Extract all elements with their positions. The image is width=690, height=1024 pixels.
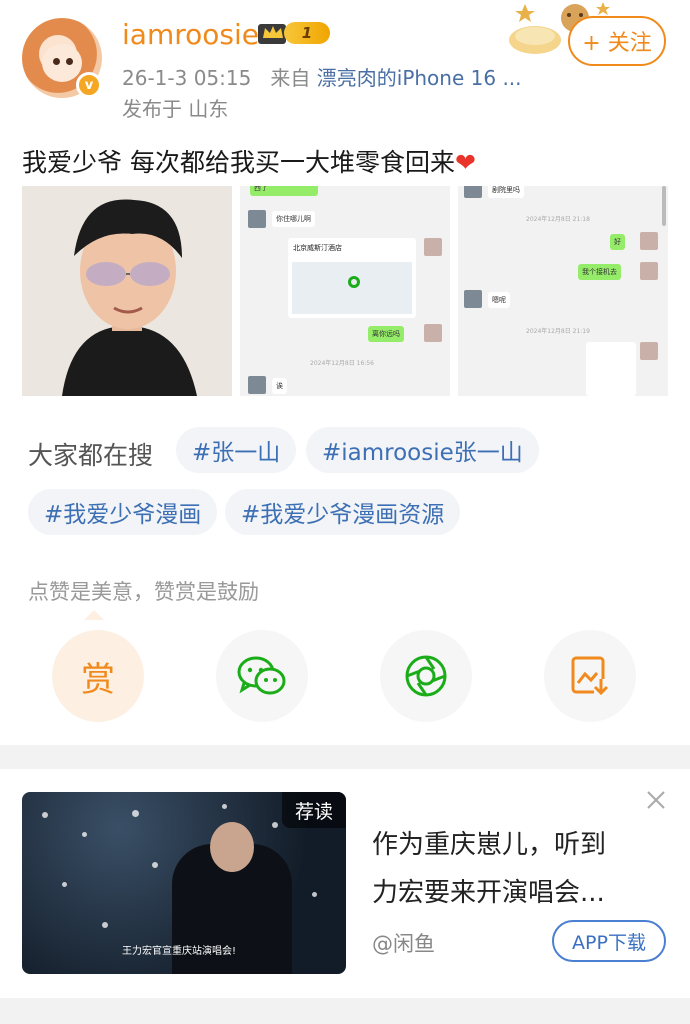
location-map bbox=[292, 262, 412, 314]
chat-avatar bbox=[464, 186, 482, 198]
confetti bbox=[222, 804, 227, 809]
chat-bubble: 剧院里吗 bbox=[488, 186, 524, 198]
singer-head bbox=[210, 822, 254, 872]
confetti bbox=[102, 922, 108, 928]
chat-screenshot-card bbox=[586, 342, 636, 396]
avatar-eye-right bbox=[66, 58, 73, 65]
confetti bbox=[132, 810, 139, 817]
chat-avatar bbox=[640, 342, 658, 360]
portrait-photo bbox=[22, 186, 232, 396]
save-image-button[interactable] bbox=[544, 630, 636, 722]
verified-badge-icon: v bbox=[76, 72, 102, 98]
post-image-chat-1[interactable]: 西了 你住哪儿啊 北京威斯汀酒店 离你远吗 2024年12月8日 16:56 诶 bbox=[240, 186, 450, 396]
ad-title-line[interactable]: 作为重庆崽儿，听到 bbox=[372, 822, 672, 868]
recommended-badge: 荐读 bbox=[282, 792, 346, 828]
chat-bubble: 好 bbox=[610, 234, 625, 250]
chat-bubble: 我个接机去 bbox=[578, 264, 621, 280]
chat-timestamp: 2024年12月8日 16:56 bbox=[310, 360, 374, 367]
post-meta: 26-1-3 05:15 来自 漂亮肉的iPhone 16 ... bbox=[122, 62, 522, 91]
chat-bubble: 西了 bbox=[250, 186, 318, 196]
avatar-face bbox=[42, 44, 82, 82]
confetti bbox=[272, 822, 278, 828]
chat-avatar bbox=[424, 324, 442, 342]
wechat-icon bbox=[237, 656, 286, 695]
heart-icon: ❤ bbox=[454, 148, 476, 177]
chat-bubble: 离你远吗 bbox=[368, 326, 404, 342]
vip-level: 1 bbox=[284, 22, 330, 44]
chat-avatar bbox=[464, 290, 482, 308]
username[interactable]: iamroosie bbox=[122, 18, 259, 51]
post-image-portrait[interactable] bbox=[22, 186, 232, 396]
scrollbar bbox=[662, 186, 666, 226]
confetti bbox=[62, 882, 67, 887]
vip-badge[interactable]: 1 bbox=[258, 18, 330, 48]
location-card: 北京威斯汀酒店 bbox=[288, 238, 416, 318]
confetti bbox=[152, 862, 158, 868]
bottom-divider bbox=[0, 998, 690, 1024]
post-source[interactable]: 漂亮肉的iPhone 16 ... bbox=[317, 66, 522, 90]
post-text-body: 我爱少爷 每次都给我买一大堆零食回来 bbox=[22, 148, 455, 177]
ad-title-line[interactable]: 力宏要来开演唱会... bbox=[372, 870, 672, 916]
confetti bbox=[82, 832, 87, 837]
save-image-icon bbox=[571, 656, 609, 696]
search-tag[interactable]: #我爱少爷漫画资源 bbox=[225, 489, 461, 535]
wechat-share-button[interactable] bbox=[216, 630, 308, 722]
ad-source: @闲鱼 bbox=[372, 932, 435, 956]
search-tag[interactable]: #张一山 bbox=[176, 427, 297, 473]
post-image-chat-2[interactable]: 剧院里吗 2024年12月8日 21:18 好 我个接机去 嗯呢 2024年12… bbox=[458, 186, 668, 396]
reward-prompt: 点赞是美意，赞赏是鼓励 bbox=[28, 580, 259, 604]
chat-timestamp: 2024年12月8日 21:18 bbox=[526, 216, 590, 223]
map-pin-icon bbox=[348, 276, 360, 288]
chat-avatar bbox=[248, 210, 266, 228]
chat-timestamp: 2024年12月8日 21:19 bbox=[526, 328, 590, 335]
chat-bubble: 嗯呢 bbox=[488, 292, 510, 308]
app-download-button[interactable]: APP下载 bbox=[552, 920, 666, 962]
moments-share-button[interactable] bbox=[380, 630, 472, 722]
chat-bubble: 诶 bbox=[272, 378, 287, 394]
source-prefix: 来自 bbox=[270, 66, 311, 90]
post-text: 我爱少爷 每次都给我买一大堆零食回来❤ bbox=[22, 143, 476, 179]
chat-avatar bbox=[640, 262, 658, 280]
chat-bubble: 你住哪儿啊 bbox=[272, 211, 315, 227]
trending-search-label: 大家都在搜 bbox=[28, 441, 154, 470]
avatar-eye-left bbox=[53, 58, 60, 65]
post-time: 26-1-3 05:15 bbox=[122, 66, 252, 90]
location-title: 北京威斯汀酒店 bbox=[293, 244, 342, 252]
reward-button[interactable]: 赏 bbox=[52, 630, 144, 722]
chat-avatar bbox=[640, 232, 658, 250]
confetti bbox=[42, 812, 48, 818]
moments-icon bbox=[405, 655, 447, 697]
ad-video-caption: 王力宏官宣重庆站演唱会! bbox=[122, 946, 237, 957]
confetti bbox=[312, 892, 317, 897]
post-header: v iamroosie 1 26-1-3 05:15 来自 漂亮肉的iPhone… bbox=[0, 0, 690, 130]
follow-button[interactable]: + 关注 bbox=[568, 16, 666, 66]
reward-caret bbox=[84, 610, 104, 620]
chat-avatar bbox=[424, 238, 442, 256]
close-icon[interactable] bbox=[644, 788, 668, 812]
chat-avatar bbox=[248, 376, 266, 394]
post-location: 发布于 山东 bbox=[122, 97, 229, 121]
search-tag[interactable]: #iamroosie张一山 bbox=[306, 427, 539, 473]
section-divider bbox=[0, 745, 690, 769]
search-tag[interactable]: #我爱少爷漫画 bbox=[28, 489, 218, 535]
